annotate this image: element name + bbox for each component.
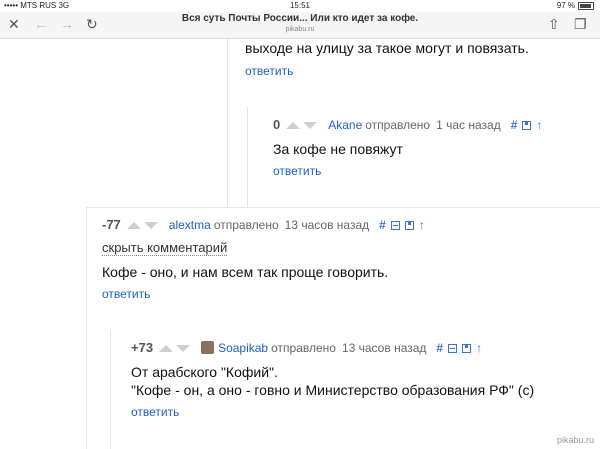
reload-icon[interactable]: ↻ <box>86 16 98 32</box>
sent-label: отправлено <box>213 218 279 232</box>
upvote-icon[interactable] <box>159 345 174 353</box>
page-domain: pikabu.ru <box>285 26 315 33</box>
reply-link[interactable]: ответить <box>131 405 179 419</box>
parent-arrow-icon[interactable]: ↑ <box>419 218 425 232</box>
comment-text-line: "Кофе - он, а оно - говно и Министерство… <box>131 382 535 398</box>
collapse-icon[interactable] <box>448 344 458 353</box>
sent-label: отправлено <box>365 118 431 132</box>
thread-line <box>247 107 248 207</box>
battery-indicator: 97 % <box>557 0 594 12</box>
permalink-icon[interactable]: # <box>511 118 518 132</box>
comment-author[interactable]: alextma <box>169 218 211 232</box>
comment-tools: # ↑ <box>379 218 430 232</box>
downvote-icon[interactable] <box>176 345 191 353</box>
comment-text: За кофе не повяжут <box>273 141 403 157</box>
status-bar: ••••• MTS RUS 3G 15:51 97 % <box>0 0 600 12</box>
watermark: pikabu.ru <box>556 435 594 445</box>
sent-label: отправлено <box>271 341 336 355</box>
reply-link[interactable]: ответить <box>102 287 150 301</box>
comment-rating: 0 <box>273 117 281 132</box>
downvote-icon[interactable] <box>303 122 318 130</box>
comments-area: выходе на улицу за такое могут и повязат… <box>0 39 600 449</box>
permalink-icon[interactable]: # <box>436 341 443 355</box>
reply-link[interactable]: ответить <box>273 164 321 178</box>
comment-rating: +73 <box>131 340 154 355</box>
share-icon[interactable]: ⇧ <box>548 16 560 32</box>
comment-time: 13 часов назад <box>284 218 370 232</box>
parent-arrow-icon[interactable]: ↑ <box>476 341 482 355</box>
comment-tools: # ↑ <box>436 341 487 355</box>
downvote-icon[interactable] <box>143 222 158 230</box>
comment-rating: -77 <box>102 217 121 232</box>
comment-tools: # ↑ <box>511 118 548 132</box>
collapse-icon[interactable] <box>390 221 400 230</box>
parent-arrow-icon[interactable]: ↑ <box>536 118 542 132</box>
thread-line <box>227 39 228 207</box>
upvote-icon[interactable] <box>126 222 141 230</box>
comment-author[interactable]: Akane <box>328 118 362 132</box>
back-icon[interactable]: ← <box>34 16 48 32</box>
upvote-icon[interactable] <box>286 122 301 130</box>
status-time: 15:51 <box>289 1 311 10</box>
thread-line <box>110 329 111 449</box>
comment-time: 13 часов назад <box>341 341 427 355</box>
save-icon[interactable] <box>462 344 472 353</box>
comment-header: -77 alextma отправлено 13 часов назад # ↑ <box>102 217 430 233</box>
comment-text: Кофе - оно, и нам всем так проще говорит… <box>102 264 389 280</box>
save-icon[interactable] <box>522 121 532 130</box>
browser-toolbar: ✕ ← → ↻ Вся суть Почты России... Или кто… <box>0 12 600 39</box>
comment-header: 0 Akane отправлено 1 час назад # ↑ <box>273 117 548 133</box>
comment-author[interactable]: Soapikab <box>218 341 268 355</box>
comment-text: выходе на улицу за такое могут и повязат… <box>245 40 529 56</box>
tabs-icon[interactable]: ❐ <box>574 16 587 32</box>
comment-text-line: От арабского "Кофий". <box>131 364 278 380</box>
thread-divider <box>86 207 600 208</box>
battery-icon <box>578 1 594 10</box>
permalink-icon[interactable]: # <box>379 218 386 232</box>
reply-link[interactable]: ответить <box>245 64 293 78</box>
thread-line <box>86 207 87 449</box>
comment-header: +73 Soapikab отправлено 13 часов назад # ↑ <box>131 340 487 356</box>
close-icon[interactable]: ✕ <box>8 16 20 32</box>
battery-percent: 97 % <box>556 1 575 10</box>
forward-icon[interactable]: → <box>60 16 74 32</box>
hide-comment-link[interactable]: скрыть комментарий <box>102 240 228 256</box>
save-icon[interactable] <box>404 221 414 230</box>
avatar[interactable] <box>201 341 215 354</box>
page-title: Вся суть Почты России... Или кто идет за… <box>181 13 419 24</box>
comment-time: 1 час назад <box>436 118 501 132</box>
